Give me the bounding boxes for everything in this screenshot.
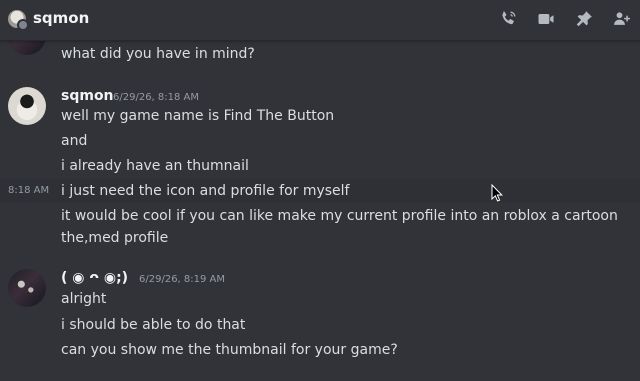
channel-title[interactable]: sqmon	[33, 9, 89, 27]
message-timestamp: 6/29/26, 8:19 AM	[139, 274, 226, 285]
message-text: the,med profile	[61, 230, 169, 246]
user-avatar[interactable]	[8, 269, 46, 307]
message-author[interactable]: ( ◉ ᴖ ◉;)	[61, 270, 128, 286]
mouse-cursor-icon	[491, 184, 503, 202]
header-avatar[interactable]	[8, 10, 29, 31]
video-camera-icon[interactable]	[536, 9, 556, 29]
message-text: i just need the icon and profile for mys…	[61, 183, 350, 199]
channel-header: sqmon	[0, 0, 640, 41]
message-text: i should be able to do that	[61, 317, 246, 333]
pin-icon[interactable]	[574, 9, 594, 29]
message-list: what did you have in mind? sqmon 6/29/26…	[0, 17, 640, 381]
message-text: can you show me the thumbnail for your g…	[61, 342, 398, 358]
header-actions	[498, 9, 632, 29]
message-timestamp: 6/29/26, 8:18 AM	[113, 92, 200, 103]
message-text: it would be cool if you can like make my…	[61, 208, 618, 224]
add-member-icon[interactable]	[612, 9, 632, 29]
message-author[interactable]: sqmon	[61, 88, 114, 104]
message-text: what did you have in mind?	[61, 46, 255, 62]
message-text: well my game name is Find The Button	[61, 108, 335, 124]
message-text: and	[61, 133, 88, 149]
message-text: alright	[61, 291, 107, 307]
user-avatar[interactable]	[8, 87, 46, 125]
hover-timestamp: 8:18 AM	[8, 185, 50, 196]
status-indicator	[17, 19, 29, 31]
phone-call-icon[interactable]	[498, 9, 518, 29]
discord-dm-window: sqmon what did you have in mind? sqmon 6…	[0, 0, 640, 381]
message-text: i already have an thumnail	[61, 158, 249, 174]
